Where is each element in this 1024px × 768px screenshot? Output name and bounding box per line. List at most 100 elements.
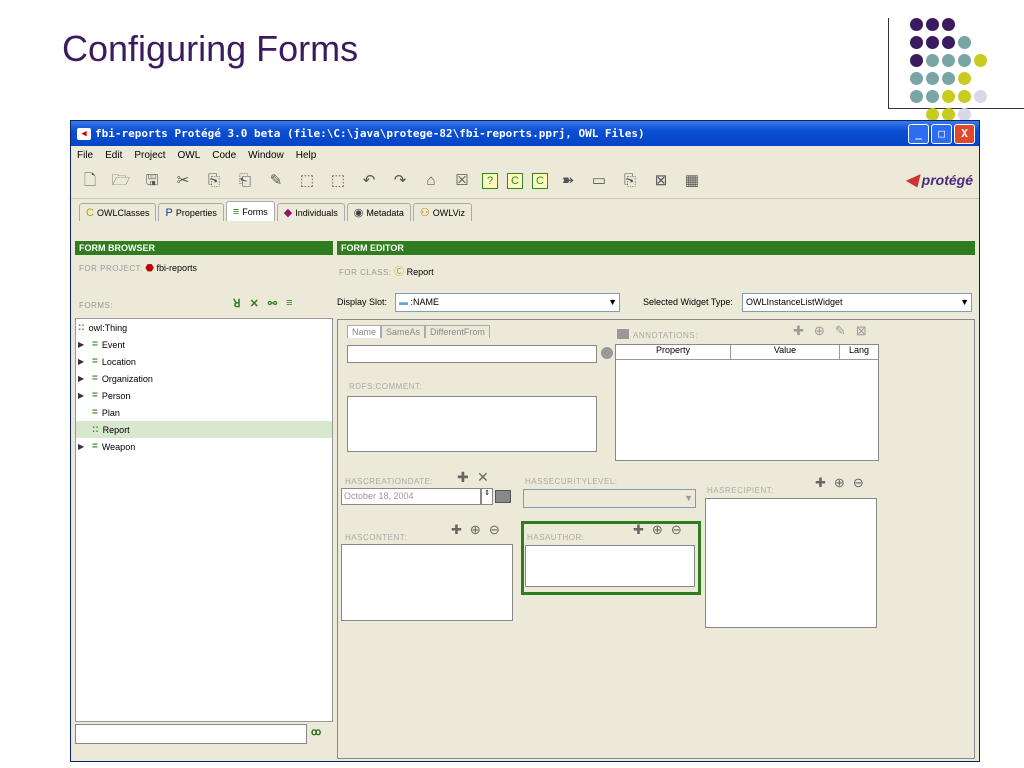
cancel-icon[interactable]: ☒	[451, 170, 473, 192]
window-titlebar[interactable]: ◀ fbi-reports Protégé 3.0 beta (file:\C:…	[71, 121, 979, 146]
cut-icon[interactable]: ✂	[172, 170, 194, 192]
tree-node-person[interactable]: ▶ = Person	[76, 387, 332, 404]
name-tabs: Name SameAs DifferentFrom	[347, 325, 490, 338]
maximize-button[interactable]: □	[931, 124, 952, 144]
tab-owlviz[interactable]: ⚇ OWLViz	[412, 203, 472, 221]
tree-node-location[interactable]: ▶ = Location	[76, 353, 332, 370]
tree-node-plan[interactable]: = Plan	[76, 404, 332, 421]
column-value[interactable]: Value	[731, 345, 840, 359]
tab-sameas[interactable]: SameAs	[381, 325, 426, 338]
tree-node-report[interactable]: :: Report	[76, 421, 332, 438]
add-annotation-icon[interactable]: ⊕	[814, 323, 825, 339]
tree-label: owl:Thing	[88, 322, 128, 333]
minimize-button[interactable]: _	[908, 124, 929, 144]
expand-icon[interactable]: ▶	[78, 357, 88, 366]
date-spinner[interactable]: ⇕	[481, 488, 493, 505]
remove-instance-icon[interactable]: ⊖	[489, 522, 500, 538]
expand-icon[interactable]: ▶	[78, 340, 88, 349]
remove-customizations-icon[interactable]: ✕	[250, 297, 259, 310]
tab-owlclasses[interactable]: C OWLClasses	[79, 203, 157, 221]
tab-label: Individuals	[295, 207, 338, 218]
forms-tree: :: owl:Thing ▶ = Event ▶ = Location ▶ = Organiz…	[75, 318, 333, 722]
calendar-icon[interactable]	[495, 490, 511, 503]
name-field[interactable]	[347, 345, 597, 363]
add-instance-icon[interactable]: ⊕	[652, 522, 663, 538]
remove-instance-icon[interactable]: ⊖	[853, 475, 864, 491]
layout-like-icon[interactable]: ꓤ	[233, 297, 241, 310]
column-lang[interactable]: Lang	[840, 345, 878, 359]
save-icon[interactable]: 🖫	[141, 170, 163, 192]
tree-node-event[interactable]: ▶ = Event	[76, 336, 332, 353]
create-annotation-icon[interactable]: ✚	[793, 323, 804, 339]
expand-icon[interactable]: ▶	[78, 442, 88, 451]
arrow-icon[interactable]: ➽	[557, 170, 579, 192]
form-icon: =	[92, 390, 98, 401]
add-instance-icon[interactable]: ⊕	[470, 522, 481, 538]
menu-window[interactable]: Window	[248, 150, 284, 161]
widget-type-select[interactable]: OWLInstanceListWidget ▼	[742, 293, 972, 312]
hasrecipient-list[interactable]	[705, 498, 877, 628]
add-instance-icon[interactable]: ⊕	[834, 475, 845, 491]
relayout-icon[interactable]: ⚯	[268, 297, 277, 310]
expand-icon[interactable]: ▶	[78, 374, 88, 383]
check-consistency-icon[interactable]: ?	[482, 173, 498, 189]
add-icon[interactable]: ✚	[457, 469, 469, 486]
metadata-icon: ◉	[353, 207, 364, 219]
hascontent-list[interactable]	[341, 544, 513, 621]
compute-inferred-icon[interactable]: C	[532, 173, 548, 189]
insert-2-icon[interactable]: ⬚	[327, 170, 349, 192]
new-project-icon[interactable]: 🗋	[79, 170, 101, 192]
menu-help[interactable]: Help	[296, 150, 317, 161]
form-editor-header: FORM EDITOR	[337, 241, 975, 255]
tree-node-weapon[interactable]: ▶ = Weapon	[76, 438, 332, 455]
tab-metadata[interactable]: ◉ Metadata	[346, 203, 411, 221]
table-icon[interactable]: ▦	[681, 170, 703, 192]
tree-node-owl-thing[interactable]: :: owl:Thing	[76, 319, 332, 336]
create-instance-icon[interactable]: ✚	[633, 522, 644, 538]
slot-icon: ▬	[399, 297, 408, 307]
expand-icon[interactable]: ▶	[78, 391, 88, 400]
edit-annotation-icon[interactable]: ✎	[835, 323, 846, 339]
column-property[interactable]: Property	[616, 345, 731, 359]
menu-project[interactable]: Project	[134, 150, 165, 161]
menu-edit[interactable]: Edit	[105, 150, 122, 161]
configure-icon[interactable]: ≡	[286, 297, 292, 310]
hasauthor-list[interactable]	[525, 545, 695, 587]
rdfs-comment-field[interactable]	[347, 396, 597, 452]
annotations-table[interactable]: Property Value Lang	[615, 344, 879, 461]
tab-properties[interactable]: P Properties	[158, 203, 224, 221]
tab-differentfrom[interactable]: DifferentFrom	[425, 325, 490, 338]
grid-icon[interactable]: ⊠	[650, 170, 672, 192]
menu-code[interactable]: Code	[212, 150, 236, 161]
forms-search-input[interactable]	[75, 724, 307, 744]
form-icon: =	[92, 441, 98, 452]
copy-icon[interactable]: ⎘	[203, 170, 225, 192]
classify-taxonomy-icon[interactable]: C	[507, 173, 523, 189]
redo-icon[interactable]: ↷	[389, 170, 411, 192]
display-slot-select[interactable]: ▬ :NAME ▼	[395, 293, 620, 312]
undo-icon[interactable]: ↶	[358, 170, 380, 192]
binoculars-icon[interactable]: ꝏ	[311, 727, 321, 738]
insert-icon[interactable]: ⬚	[296, 170, 318, 192]
tab-individuals[interactable]: ◆ Individuals	[276, 203, 345, 221]
delete-icon[interactable]: ✕	[477, 469, 489, 486]
paste-icon[interactable]: ⎗	[234, 170, 256, 192]
menu-file[interactable]: File	[77, 150, 93, 161]
menu-owl[interactable]: OWL	[177, 150, 200, 161]
create-instance-icon[interactable]: ✚	[451, 522, 462, 538]
content-toolbar: ✚ ⊕ ⊖	[451, 522, 500, 538]
close-button[interactable]: X	[954, 124, 975, 144]
dq-icon[interactable]: ▭	[588, 170, 610, 192]
open-project-icon[interactable]: 🗁	[110, 170, 132, 192]
tab-forms[interactable]: ≡ Forms	[225, 201, 275, 221]
delete-annotation-icon[interactable]: ⊠	[856, 323, 867, 339]
remove-instance-icon[interactable]: ⊖	[671, 522, 682, 538]
classify-icon[interactable]: ⌂	[420, 170, 442, 192]
security-level-select[interactable]: ▼	[523, 489, 696, 508]
creation-date-field[interactable]: October 18, 2004	[341, 488, 481, 505]
tab-name[interactable]: Name	[347, 325, 382, 338]
script-icon[interactable]: ⎘	[619, 170, 641, 192]
create-instance-icon[interactable]: ✚	[815, 475, 826, 491]
edit-icon[interactable]: ✎	[265, 170, 287, 192]
tree-node-organization[interactable]: ▶ = Organization	[76, 370, 332, 387]
